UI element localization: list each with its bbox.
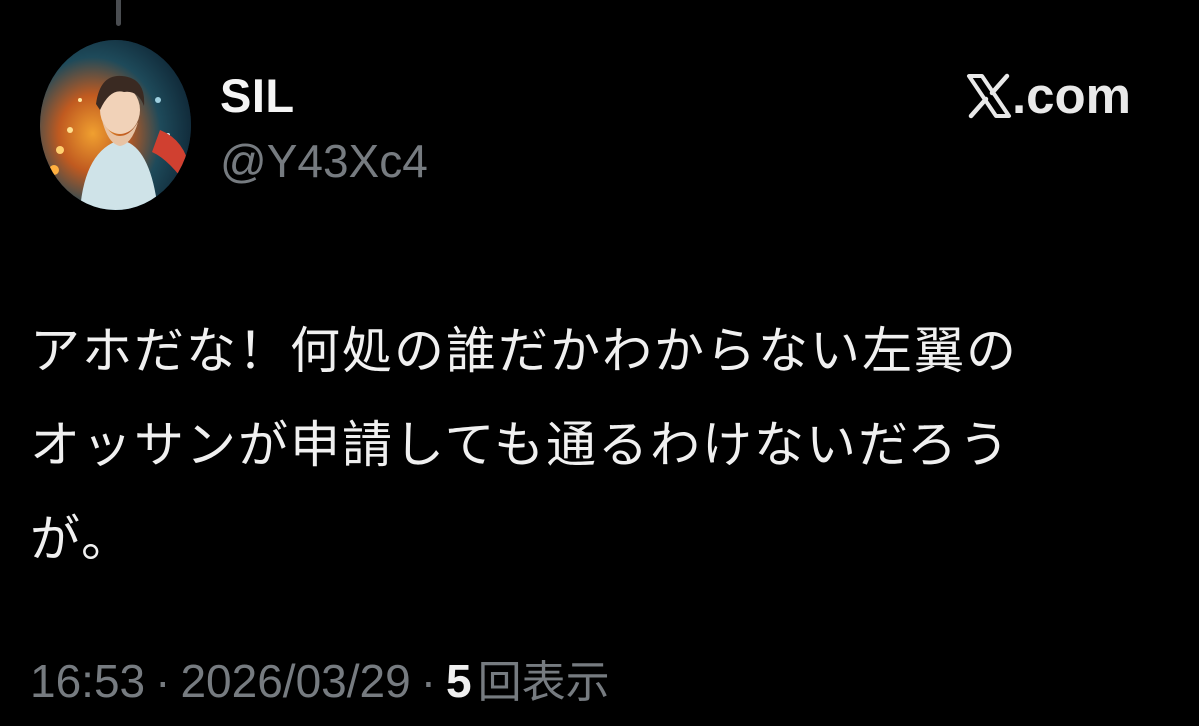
- author-display-name[interactable]: SIL: [220, 68, 295, 123]
- x-logo-icon: [966, 73, 1012, 119]
- tweet-text-line: オッサンが申請しても通るわけないだろう: [30, 416, 1011, 474]
- thread-connector-line: [116, 0, 121, 26]
- views-label: 回表示: [477, 657, 610, 708]
- avatar[interactable]: [40, 40, 191, 210]
- tweet-text-line: アホだな！何処の誰だかわからない左翼の: [30, 322, 1018, 380]
- tweet-date[interactable]: 2026/03/29: [180, 654, 410, 708]
- views-count: 5: [446, 655, 472, 707]
- separator: ·: [420, 655, 437, 707]
- brand-label: .com: [1011, 67, 1131, 124]
- tweet-time[interactable]: 16:53: [30, 654, 145, 708]
- x-com-brand: .com: [966, 66, 1131, 125]
- anime-boy-avatar-icon: [40, 40, 191, 210]
- author-handle[interactable]: @Y43Xc4: [220, 134, 428, 188]
- tweet-text-line: が。: [30, 510, 133, 568]
- tweet-metadata: 16:53 · 2026/03/29 · 5 回表示: [30, 646, 610, 710]
- separator: ·: [155, 655, 171, 707]
- tweet-text: アホだな！何処の誰だかわからない左翼の オッサンが申請しても通るわけないだろう …: [30, 304, 1170, 586]
